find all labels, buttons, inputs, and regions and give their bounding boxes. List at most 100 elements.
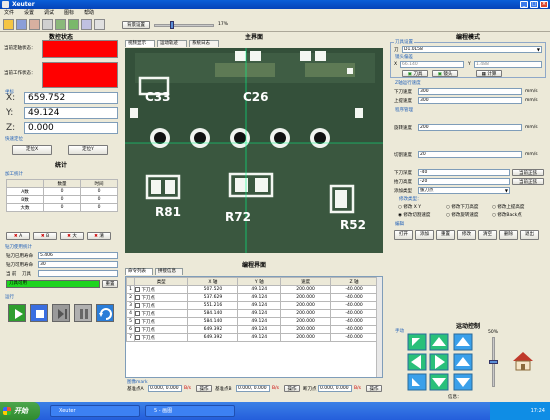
lens-button[interactable]: ▣ 镜头	[432, 70, 458, 77]
program-table-scrollbar[interactable]	[376, 277, 382, 377]
menu-debug[interactable]: 调试	[44, 9, 54, 17]
tab-command-list[interactable]: 命令列表	[125, 268, 153, 275]
arrow-z-up-icon[interactable]	[453, 333, 473, 351]
checkbox[interactable]	[135, 326, 140, 332]
calc-button[interactable]: ▦ 计算	[476, 70, 502, 77]
arrow-right-icon[interactable]	[429, 353, 449, 371]
break-point-operate-button[interactable]: 操作	[366, 385, 382, 392]
arrow-z-mid-icon[interactable]	[453, 353, 473, 371]
clear-all-button[interactable]: ✖ 清	[87, 232, 111, 240]
radio-modify-xy[interactable]: ○ 修改 X Y	[398, 204, 421, 210]
copy-icon[interactable]	[42, 19, 53, 30]
camera-icon[interactable]	[81, 19, 92, 30]
table-row[interactable]: 1 下刀点 507.520 49.124 200.000 -40.000	[126, 285, 378, 294]
tab-syslog[interactable]: 系统日志	[189, 40, 219, 47]
reset-button[interactable]: 重置	[102, 280, 118, 288]
close-button[interactable]: ×	[540, 1, 548, 8]
base-a-operate-button[interactable]: 操作	[196, 385, 212, 392]
reset-edit-button[interactable]: 重置	[436, 230, 455, 240]
menu-help[interactable]: 帮助	[84, 9, 94, 17]
checkbox[interactable]	[135, 302, 140, 308]
locate-x-button[interactable]: 定位X	[12, 145, 52, 155]
arrow-left-icon[interactable]	[407, 353, 427, 371]
tool-button[interactable]: ▣ 刀具	[402, 70, 428, 77]
pause-icon[interactable]	[74, 304, 92, 322]
clear-big-button[interactable]: ✖ 大	[60, 232, 84, 240]
add-button[interactable]: 添加	[415, 230, 434, 240]
radio-modify-back-point[interactable]: ○ 修改Back点	[492, 212, 522, 218]
table-row[interactable]: 6 下刀点 649.392 49.124 200.000 -40.000	[126, 325, 378, 334]
menu-icons[interactable]: 图标	[64, 9, 74, 17]
menu-settings[interactable]: 设置	[24, 9, 34, 17]
maximize-button[interactable]: □	[530, 1, 538, 8]
stop-icon[interactable]	[30, 304, 48, 322]
open-icon[interactable]	[3, 19, 14, 30]
tab-video[interactable]: 视频显示	[125, 40, 155, 47]
minimize-button[interactable]: _	[520, 1, 528, 8]
checkbox[interactable]	[135, 310, 140, 316]
table-icon[interactable]	[68, 19, 79, 30]
play-icon[interactable]	[8, 304, 26, 322]
base-a-field[interactable]: 0.000, 0.000	[148, 385, 182, 392]
background-settings-button[interactable]: 背景设置	[122, 21, 150, 29]
speed-slider-thumb[interactable]	[170, 21, 174, 29]
motion-speed-slider-thumb[interactable]	[489, 360, 498, 364]
arrow-up-icon[interactable]	[429, 333, 449, 351]
table-row[interactable]: 3 下刀点 551.216 49.124 200.000 -40.000	[126, 301, 378, 310]
radio-modify-down-height[interactable]: ○ 修改下刀高度	[446, 204, 478, 210]
save-icon[interactable]	[16, 19, 27, 30]
table-row[interactable]: 7 下刀点 649.392 49.124 200.000 -40.000	[126, 333, 378, 342]
radio-modify-cut-speed[interactable]: ◉ 修改切割速度	[398, 212, 430, 218]
table-row[interactable]: 4 下刀点 584.140 49.124 200.000 -40.000	[126, 309, 378, 318]
tab-splice-info[interactable]: 拼接信息	[155, 268, 183, 275]
taskbar-item-xeuter[interactable]: Xeuter	[50, 405, 140, 417]
taskbar-item-paint[interactable]: 5 - 画图	[145, 405, 235, 417]
add-type-select[interactable]: 拔刀点 ▼	[418, 187, 510, 194]
pen-icon[interactable]	[94, 19, 105, 30]
start-button[interactable]: 开始	[0, 402, 40, 420]
checkbox[interactable]	[135, 334, 140, 340]
lens-x-field[interactable]: 66.140	[400, 61, 464, 68]
break-point-field[interactable]: 0.000, 0.000	[318, 385, 352, 392]
arrow-down-left-icon[interactable]	[407, 373, 427, 391]
cut-speed-field[interactable]: 20	[418, 151, 522, 158]
current-zero-button-2[interactable]: 当前正弦	[512, 178, 544, 185]
base-b-operate-button[interactable]: 操作	[284, 385, 300, 392]
radio-modify-up-height[interactable]: ○ 修改上提高度	[492, 204, 524, 210]
cut-icon[interactable]	[29, 19, 40, 30]
lift-height-field[interactable]: -20	[418, 178, 510, 185]
step-icon[interactable]	[52, 304, 70, 322]
refresh-icon[interactable]	[96, 304, 114, 322]
menu-file[interactable]: 文件	[4, 9, 14, 17]
tool-available-field[interactable]: 30	[38, 261, 118, 268]
down-speed-field[interactable]: 300	[418, 88, 522, 95]
grid-icon[interactable]	[55, 19, 66, 30]
clear-b-button[interactable]: ✖ B	[33, 232, 57, 240]
rotate-speed-field[interactable]: 200	[418, 124, 522, 131]
down-depth-field[interactable]: -40	[418, 169, 510, 176]
lens-y-field[interactable]: 1.488	[474, 61, 542, 68]
checkbox[interactable]	[135, 286, 140, 292]
up-speed-field[interactable]: 300	[418, 97, 522, 104]
delete-button[interactable]: 删除	[499, 230, 518, 240]
clear-button[interactable]: 清空	[478, 230, 497, 240]
locate-y-button[interactable]: 定位Y	[68, 145, 108, 155]
arrow-down-icon[interactable]	[429, 373, 449, 391]
exit-button[interactable]: 退出	[520, 230, 539, 240]
base-b-field[interactable]: 0.000, 0.000	[236, 385, 270, 392]
tab-trajectory[interactable]: 运动轨迹	[157, 40, 187, 47]
radio-modify-rotate-speed[interactable]: ○ 修改旋转速度	[446, 212, 478, 218]
arrow-up-left-icon[interactable]	[407, 333, 427, 351]
modify-button[interactable]: 修改	[457, 230, 476, 240]
current-zero-button-1[interactable]: 当前正弦	[512, 169, 544, 176]
checkbox[interactable]	[135, 318, 140, 324]
table-row[interactable]: 5 下刀点 584.140 49.124 200.000 -40.000	[126, 317, 378, 326]
open-button[interactable]: 打开	[394, 230, 413, 240]
home-icon[interactable]	[512, 350, 534, 372]
clear-a-button[interactable]: ✖ A	[6, 232, 30, 240]
speed-slider[interactable]	[154, 24, 214, 27]
table-row[interactable]: 2 下刀点 537.629 49.124 200.000 -40.000	[126, 293, 378, 302]
tool-used-field[interactable]: 5.406	[38, 252, 118, 259]
tool-select[interactable]: D1.0L58 ▼	[402, 46, 542, 53]
arrow-z-down-icon[interactable]	[453, 373, 473, 391]
